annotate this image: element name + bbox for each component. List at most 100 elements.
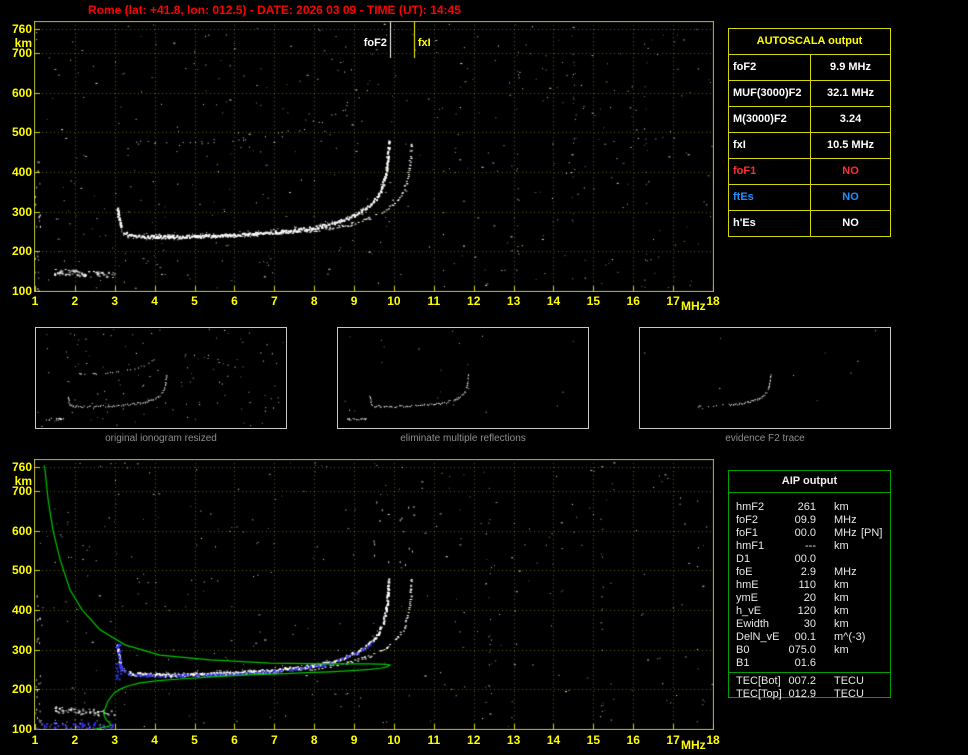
y-tick-label: 200 [11,244,32,259]
x-tick-label: 7 [270,733,278,747]
aip-row-value: 09.9 [794,514,816,526]
x-tick-label: 14 [546,733,561,747]
aip-row-unit: km [834,579,849,591]
x-tick-label: 1 [31,733,39,747]
aip-row-unit: m^(-3) [834,631,866,643]
autoscala-row: M(3000)F2 3.24 [729,107,890,133]
aip-tec-separator [729,672,890,673]
autoscala-row-value: 3.24 [839,113,862,125]
autoscala-row: h'Es NO [729,211,890,237]
y-tick-label: 400 [11,164,32,179]
x-tick-label: 12 [467,733,481,747]
x-tick-label: 13 [506,294,521,308]
autoscala-row-value: NO [842,191,859,203]
aip-row-value: 075.0 [788,644,816,656]
aip-row-unit: km [834,592,849,604]
autoscala-row-value: 10.5 MHz [826,139,875,151]
x-tick-label: 17 [666,733,680,747]
aip-row-unit: km [834,605,849,617]
x-tick-label: 17 [666,294,680,308]
aip-row: Ewidth 30 km [729,618,890,631]
y-tick-label: 760 [11,22,32,36]
aip-row: TEC[Bot] 007.2 TECU [729,675,890,688]
x-tick-label: 15 [586,294,601,308]
autoscala-row-label: fxI [729,133,811,158]
aip-tec-rows: TEC[Bot] 007.2 TECU TEC[Top] 012.9 TECU [729,675,890,701]
autoscala-row-label: ftEs [729,185,811,210]
x-tick-label: 9 [350,294,358,308]
aip-row-value: 30 [803,618,816,630]
x-tick-label: 18 [706,294,720,308]
x-tick-label: 6 [231,733,238,747]
y-tick-label: 400 [11,602,32,617]
fxI-marker-label: fxI [417,37,431,49]
aip-row-unit: MHz [834,527,857,539]
x-axis-unit: MHz [681,299,706,313]
y-axis-unit: km [14,36,32,50]
aip-row-value: 2.9 [800,566,816,578]
x-tick-label: 13 [506,733,521,747]
autoscala-row-value: 9.9 MHz [830,61,871,73]
y-tick-label: 500 [11,125,32,140]
aip-output-panel: AIP output hmF2 261 km foF2 09.9 MHz foF1 00.0 M… [728,470,891,701]
aip-row-value: 261 [797,501,816,513]
aip-row-value: 007.2 [788,675,816,687]
aip-row: foF2 09.9 MHz [729,514,890,527]
x-tick-label: 5 [191,294,198,308]
x-tick-label: 4 [151,733,158,747]
y-tick-label: 200 [11,682,32,697]
x-tick-label: 2 [71,294,79,308]
aip-row-value: 01.6 [794,657,816,669]
aip-row-unit: km [834,644,849,656]
thumbnail-caption-original: original ionogram resized [105,433,217,444]
aip-row-unit: km [834,540,849,552]
y-tick-label: 100 [11,284,32,298]
x-tick-label: 10 [387,294,401,308]
thumbnail-f2-trace [639,327,891,429]
autoscala-row-value: NO [842,217,859,229]
x-tick-label: 2 [71,733,79,747]
aip-row: h_vE 120 km [729,605,890,618]
aip-row: hmF1 --- km [729,540,890,553]
x-tick-label: 16 [626,294,640,308]
aip-row: foF1 00.0 MHz [PN] [729,527,890,540]
x-tick-label: 3 [111,733,119,747]
autoscala-row-value: 32.1 MHz [826,87,875,99]
aip-row-value: 00.1 [794,631,816,643]
y-tick-label: 100 [11,722,32,736]
autoscala-ionogram-screen: Rome (lat: +41.8, lon: 012.5) - DATE: 20… [0,0,968,755]
x-axis-unit: MHz [681,738,706,752]
foF2-marker-label: foF2 [363,37,387,49]
aip-row: DelN_vE 00.1 m^(-3) [729,631,890,644]
autoscala-row-label: MUF(3000)F2 [729,81,811,106]
aip-row-value: --- [805,540,816,552]
autoscala-panel-title: AUTOSCALA output [729,29,890,55]
top-ionogram-canvas [34,21,714,292]
x-tick-label: 4 [151,294,158,308]
autoscala-row: fxI 10.5 MHz [729,133,890,159]
thumbnail-f2-trace-canvas [640,328,890,428]
aip-row: B0 075.0 km [729,644,890,657]
thumbnail-caption-f2-trace: evidence F2 trace [725,433,805,444]
aip-row-value: 110 [798,579,816,591]
x-tick-label: 15 [586,733,601,747]
aip-row: hmE 110 km [729,579,890,592]
x-tick-label: 18 [706,733,720,747]
aip-row-unit: TECU [834,688,864,700]
autoscala-row-label: foF1 [729,159,811,184]
aip-row-value: 20 [803,592,816,604]
aip-row-value: 120 [797,605,816,617]
aip-row: foE 2.9 MHz [729,566,890,579]
aip-row: ymE 20 km [729,592,890,605]
x-tick-label: 1 [31,294,39,308]
x-tick-label: 3 [111,294,119,308]
y-tick-label: 300 [11,642,32,657]
y-tick-label: 500 [11,563,32,578]
thumbnail-no-multiples-canvas [338,328,588,428]
x-tick-label: 9 [350,733,358,747]
aip-rows: hmF2 261 km foF2 09.9 MHz foF1 00.0 MHz [PN] hmF1-… [729,501,890,670]
autoscala-row: foF2 9.9 MHz [729,55,890,81]
x-tick-label: 12 [467,294,481,308]
x-tick-label: 14 [546,294,561,308]
x-tick-label: 8 [310,294,318,308]
